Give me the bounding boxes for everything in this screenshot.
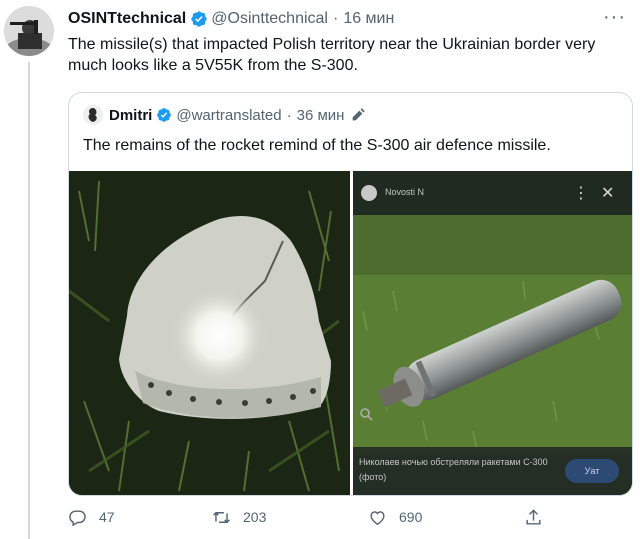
image-caption: Николаев ночью обстреляли ракетами С-300… [359, 457, 548, 482]
missile-body-photo[interactable]: Novosti N ⋮ ✕ Николаев ночью обстреляли … [353, 171, 632, 495]
quoted-author-handle[interactable]: @wartranslated [176, 107, 281, 124]
like-button[interactable]: 690 [368, 505, 422, 529]
quoted-tweet-text: The remains of the rocket remind of the … [83, 137, 551, 154]
reply-icon [69, 509, 86, 526]
quoted-author-name[interactable]: Dmitri [109, 107, 152, 124]
caption-button[interactable]: Уат [565, 459, 619, 483]
caption-bar: Николаев ночью обстреляли ракетами С-300… [353, 447, 632, 495]
edit-pencil-icon [353, 108, 366, 121]
like-icon [370, 510, 385, 525]
quoted-header-separator: · [286, 106, 292, 124]
quoted-tweet[interactable]: Dmitri @wartranslated · 36 мин The remai… [68, 92, 633, 496]
share-icon [526, 508, 541, 525]
header-separator: · [332, 10, 339, 27]
quoted-author-avatar[interactable] [83, 105, 103, 125]
author-name[interactable]: OSINTtechnical [68, 10, 186, 28]
like-count: 690 [399, 509, 423, 525]
quoted-timestamp[interactable]: 36 мин [297, 107, 345, 124]
retweet-count: 203 [243, 509, 267, 525]
tweet-header: OSINTtechnical @Osinttechnical · 16 мин [68, 8, 394, 30]
reply-button[interactable]: 47 [68, 505, 115, 529]
author-avatar[interactable] [4, 6, 54, 56]
thread-line [28, 62, 30, 539]
verified-icon [191, 11, 207, 27]
action-bar: 47 203 690 [68, 505, 628, 529]
reply-count: 47 [99, 509, 115, 525]
retweet-icon [213, 511, 230, 523]
quoted-tweet-header: Dmitri @wartranslated · 36 мин [83, 105, 366, 125]
share-button[interactable] [524, 505, 555, 529]
tweet-text: The missile(s) that impacted Polish terr… [68, 36, 596, 74]
source-name: Novosti N [385, 187, 425, 197]
source-logo-icon [361, 185, 377, 201]
close-icon[interactable]: ✕ [601, 183, 614, 203]
source-bar: Novosti N ⋮ ✕ [353, 171, 632, 215]
retweet-button[interactable]: 203 [212, 505, 266, 529]
menu-icon[interactable]: ⋮ [573, 183, 589, 203]
verified-icon [157, 108, 172, 122]
media-grid: Novosti N ⋮ ✕ Николаев ночью обстреляли … [69, 171, 632, 495]
more-icon[interactable]: ··· [603, 7, 626, 27]
missile-fragment-photo[interactable] [69, 171, 350, 495]
author-handle[interactable]: @Osinttechnical [211, 10, 328, 28]
timestamp[interactable]: 16 мин [343, 10, 394, 28]
tweet: OSINTtechnical @Osinttechnical · 16 мин … [0, 0, 640, 539]
zoom-icon[interactable] [359, 407, 373, 421]
